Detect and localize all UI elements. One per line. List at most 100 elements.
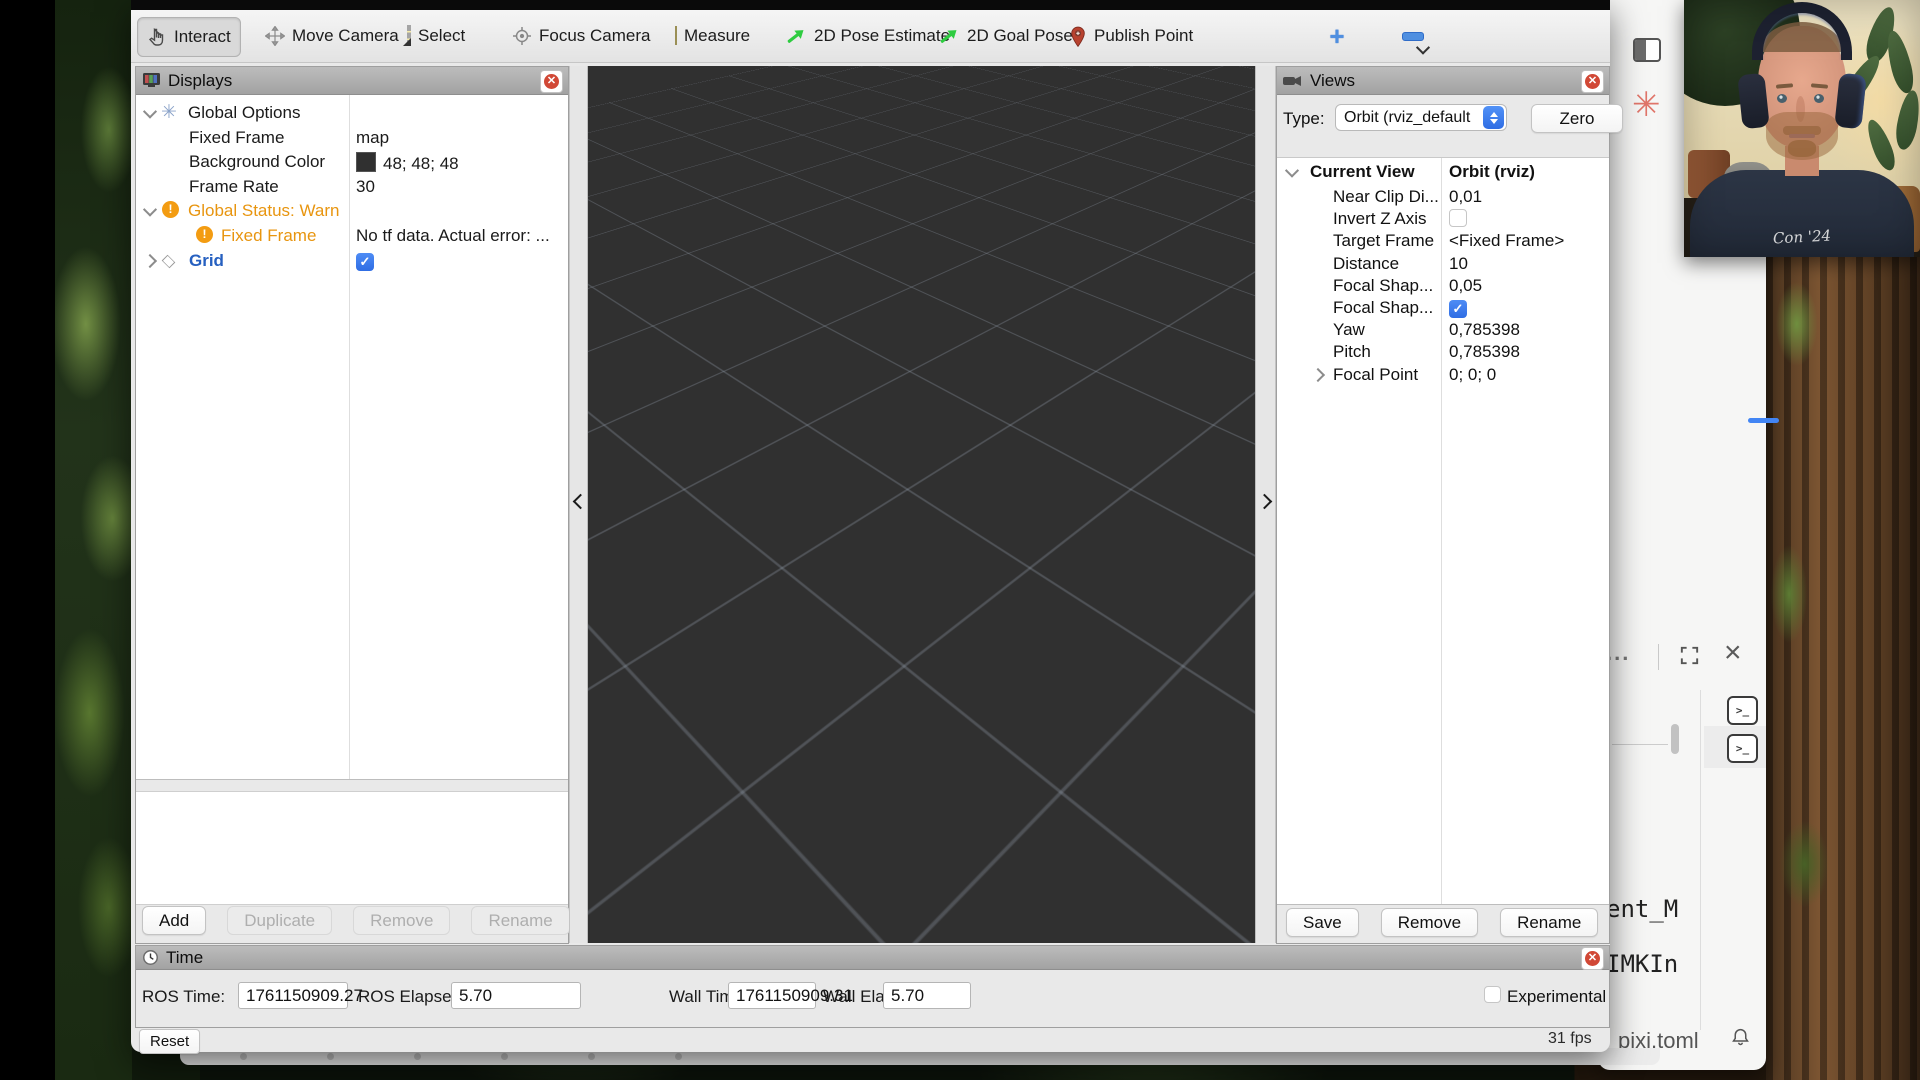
views-tree: Current View Orbit (rviz) Near Clip Di..… bbox=[1277, 157, 1609, 905]
row-label: Pitch bbox=[1333, 342, 1371, 362]
tool-measure[interactable]: Measure bbox=[666, 17, 759, 55]
splitter-right[interactable] bbox=[1255, 66, 1276, 943]
row-label: Global Status: Warn bbox=[188, 201, 340, 221]
clock-icon bbox=[142, 949, 159, 966]
layout-panel-icon[interactable] bbox=[1633, 38, 1661, 62]
row-value[interactable]: 0,785398 bbox=[1449, 342, 1520, 362]
ros-elapsed-input[interactable]: 5.70 bbox=[451, 982, 581, 1009]
divider bbox=[1612, 744, 1668, 745]
enabled-checkbox[interactable]: ✓ bbox=[356, 253, 374, 271]
views-row-invert-z-axis[interactable]: Invert Z Axis bbox=[1277, 208, 1609, 230]
displays-row-global-status-warn[interactable]: ! Global Status: Warn bbox=[136, 198, 568, 223]
ros-time-input[interactable]: 1761150909.27 bbox=[238, 982, 348, 1009]
fullscreen-icon[interactable] bbox=[1678, 644, 1701, 667]
time-panel-title: Time bbox=[166, 948, 203, 968]
row-value[interactable]: map bbox=[356, 128, 389, 148]
grid-display-icon bbox=[162, 254, 176, 268]
row-value[interactable]: 0; 0; 0 bbox=[1449, 365, 1496, 385]
row-value[interactable]: No tf data. Actual error: ... bbox=[356, 226, 550, 246]
scrollbar-thumb[interactable] bbox=[1671, 724, 1679, 754]
displays-row-fixed-frame[interactable]: !Fixed FrameNo tf data. Actual error: ..… bbox=[136, 223, 568, 248]
green-arrow-icon bbox=[785, 25, 807, 47]
collapse-left-icon[interactable] bbox=[573, 494, 589, 510]
asterisk-icon[interactable]: ✳ bbox=[1632, 88, 1661, 122]
row-value[interactable]: 0,05 bbox=[1449, 276, 1482, 296]
views-row-focal-shap[interactable]: Focal Shap... 0,05 bbox=[1277, 275, 1609, 297]
row-label: Focal Shap... bbox=[1333, 276, 1433, 296]
displays-row-grid[interactable]: Grid ✓ bbox=[136, 248, 568, 273]
row-value[interactable]: 0,01 bbox=[1449, 187, 1482, 207]
terminal-icon[interactable]: >_ bbox=[1727, 696, 1758, 725]
screen: ✳ ... × >_ >_ ent_M IMKIn pixi.toml Inte… bbox=[0, 0, 1920, 1080]
time-panel-titlebar[interactable]: Time ✕ bbox=[136, 946, 1609, 970]
experimental-checkbox[interactable] bbox=[1484, 986, 1501, 1003]
tool-focus-camera[interactable]: Focus Camera bbox=[503, 17, 659, 55]
experimental-label: Experimental bbox=[1507, 987, 1606, 1007]
views-row-focal-point[interactable]: Focal Point0; 0; 0 bbox=[1277, 364, 1609, 386]
vignette bbox=[1684, 0, 1920, 257]
chevron-right-icon[interactable] bbox=[143, 254, 157, 268]
views-row-distance[interactable]: Distance10 bbox=[1277, 253, 1609, 275]
time-close-button[interactable]: ✕ bbox=[1581, 947, 1604, 970]
chevron-down-icon[interactable] bbox=[143, 203, 157, 217]
views-row-focal-shap[interactable]: Focal Shap...✓ bbox=[1277, 297, 1609, 319]
select-stepper-icon[interactable] bbox=[1483, 106, 1504, 129]
chevron-down-icon[interactable] bbox=[1285, 164, 1299, 178]
close-icon[interactable]: × bbox=[1724, 636, 1742, 670]
views-row-current-view[interactable]: Current View Orbit (rviz) bbox=[1277, 161, 1609, 183]
view-type-select[interactable]: Orbit (rviz_default bbox=[1335, 104, 1507, 131]
rename-view-button[interactable]: Rename bbox=[1500, 908, 1598, 937]
bell-icon[interactable] bbox=[1730, 1026, 1751, 1049]
add-display-button[interactable]: Add bbox=[142, 906, 206, 935]
wall-elapsed-input[interactable]: 5.70 bbox=[883, 982, 971, 1009]
tool-publish-point[interactable]: Publish Point bbox=[1060, 17, 1202, 55]
save-view-button[interactable]: Save bbox=[1286, 908, 1359, 937]
reset-button[interactable]: Reset bbox=[139, 1029, 200, 1054]
views-row-near-clip-di[interactable]: Near Clip Di...0,01 bbox=[1277, 186, 1609, 208]
views-panel-titlebar[interactable]: Views ✕ bbox=[1277, 67, 1609, 95]
row-label: Invert Z Axis bbox=[1333, 209, 1427, 229]
unchecked-checkbox[interactable] bbox=[1449, 209, 1467, 227]
green-arrow-icon bbox=[938, 25, 960, 47]
hand-pointer-icon bbox=[147, 27, 167, 47]
chevron-right-icon[interactable] bbox=[1311, 368, 1325, 382]
terminal-icon[interactable]: >_ bbox=[1727, 734, 1758, 763]
checked-checkbox[interactable]: ✓ bbox=[1449, 300, 1467, 318]
add-tool-button[interactable]: + bbox=[1323, 22, 1351, 50]
remove-view-button[interactable]: Remove bbox=[1381, 908, 1478, 937]
displays-row-background-color[interactable]: Background Color48; 48; 48 bbox=[136, 149, 568, 174]
splitter-left[interactable] bbox=[569, 66, 588, 943]
map-pin-icon bbox=[1069, 25, 1087, 48]
collapse-right-icon[interactable] bbox=[1257, 494, 1273, 510]
views-row-pitch[interactable]: Pitch 0,785398 bbox=[1277, 341, 1609, 363]
displays-row-frame-rate[interactable]: Frame Rate30 bbox=[136, 174, 568, 199]
crosshair-icon bbox=[512, 26, 532, 46]
zero-button[interactable]: Zero bbox=[1531, 104, 1623, 133]
tool-select[interactable]: Select bbox=[398, 17, 474, 55]
displays-row-fixed-frame[interactable]: Fixed Framemap bbox=[136, 125, 568, 150]
tool-2d-goal-pose[interactable]: 2D Goal Pose bbox=[929, 17, 1082, 55]
tool-interact[interactable]: Interact bbox=[137, 17, 241, 57]
views-row-target-frame[interactable]: Target Frame<Fixed Frame> bbox=[1277, 230, 1609, 252]
views-row-yaw[interactable]: Yaw0,785398 bbox=[1277, 319, 1609, 341]
window-titlebar-strip bbox=[131, 0, 1610, 10]
3d-viewport[interactable] bbox=[588, 66, 1255, 943]
code-text: IMKIn bbox=[1606, 950, 1678, 978]
displays-close-button[interactable]: ✕ bbox=[540, 70, 563, 93]
row-label: Grid bbox=[189, 251, 224, 271]
views-panel-title: Views bbox=[1310, 71, 1355, 91]
row-value[interactable]: 0,785398 bbox=[1449, 320, 1520, 340]
row-value[interactable]: 30 bbox=[356, 177, 375, 197]
row-value[interactable]: 48; 48; 48 bbox=[356, 152, 459, 174]
displays-panel-titlebar[interactable]: Displays ✕ bbox=[136, 67, 568, 95]
row-value[interactable]: <Fixed Frame> bbox=[1449, 231, 1564, 251]
displays-row-global-options[interactable]: ✳Global Options bbox=[136, 100, 568, 125]
row-value[interactable]: 10 bbox=[1449, 254, 1468, 274]
views-close-button[interactable]: ✕ bbox=[1581, 70, 1604, 93]
wall-time-input[interactable]: 1761150909.31 bbox=[728, 982, 816, 1009]
tool-move-camera[interactable]: Move Camera bbox=[256, 17, 408, 55]
blue-progress-dash bbox=[1748, 418, 1779, 423]
warning-icon: ! bbox=[162, 201, 179, 218]
chevron-down-icon[interactable] bbox=[143, 105, 157, 119]
forest-wallpaper-left bbox=[55, 0, 132, 1080]
